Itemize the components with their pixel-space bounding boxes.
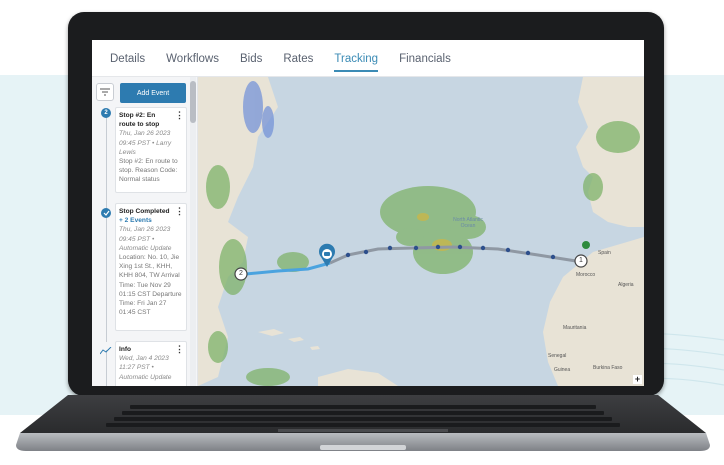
stop-number-marker: 2 [101,108,111,118]
kebab-menu-icon[interactable]: ⋮ [175,207,184,216]
event-title: Stop Completed + 2 Events [119,207,183,225]
event-sidebar: Add Event 2 Stop #2: En route to stop Th… [92,77,198,386]
event-card[interactable]: Info Wed, Jan 4 2023 11:27 PST • Automat… [115,341,187,386]
place-label-senegal: Senegal [548,353,567,359]
vessel-position-icon [319,243,335,267]
stop-2-label: 2 [239,270,243,277]
place-label-guinea: Guinea [554,367,571,373]
add-event-button[interactable]: Add Event [120,83,186,103]
kebab-menu-icon[interactable]: ⋮ [175,111,184,120]
tab-workflows[interactable]: Workflows [166,40,219,76]
filter-icon [100,88,110,96]
place-label-spain: Spain [598,250,611,256]
event-meta: Thu, Jan 26 2023 09:45 PST • Automatic U… [119,226,172,252]
place-label-morocco: Morocco [576,272,596,278]
event-title: Info [119,346,132,353]
europe-landmass [576,77,644,227]
ocean-label: North Atlantic Ocean [453,217,483,229]
trend-icon [99,342,112,355]
scrollbar-thumb[interactable] [190,81,196,123]
place-label-algeria: Algeria [618,282,634,288]
stop-1-label: 1 [579,257,583,264]
tab-tracking[interactable]: Tracking [334,40,378,76]
laptop-base [16,395,710,451]
more-events-link[interactable]: + 2 Events [119,217,152,224]
place-label-burkina-faso: Burkina Faso [593,365,623,371]
event-body: Stop #2: En route to stop. Reason Code: … [119,158,178,184]
kebab-menu-icon[interactable]: ⋮ [175,345,184,354]
tab-bar: Details Workflows Bids Rates Tracking Fi… [92,40,644,76]
zoom-in-button[interactable]: + [633,375,642,384]
event-meta: Thu, Jan 26 2023 09:45 PST • Larry Lewis [119,130,172,156]
sidebar-scrollbar[interactable] [190,77,196,386]
event-card[interactable]: Stop Completed + 2 Events Thu, Jan 26 20… [115,203,187,331]
app-screen: Details Workflows Bids Rates Tracking Fi… [92,40,644,386]
caribbean-islands [258,329,320,350]
tab-financials[interactable]: Financials [399,40,451,76]
event-title-text: Stop Completed [119,208,170,215]
event-body: Location: No. 10, Jie Xing 1st St., KHH,… [119,254,182,317]
origin-point [582,241,590,249]
tab-details[interactable]: Details [110,40,145,76]
check-icon [101,208,111,218]
event-card[interactable]: Stop #2: En route to stop Thu, Jan 26 20… [115,107,187,193]
place-label-mauritania: Mauritania [563,325,587,331]
event-body: Automatic Update [119,373,172,381]
event-meta: Wed, Jan 4 2023 11:27 PST • [119,355,169,372]
event-title: Stop #2: En route to stop [119,112,160,129]
filter-button[interactable] [96,83,114,101]
south-america-landmass [318,369,398,386]
map-canvas [198,77,644,386]
tab-bids[interactable]: Bids [240,40,262,76]
tab-rates[interactable]: Rates [283,40,313,76]
tracking-map[interactable]: 2 1 North Atlantic Ocean Spain Morocco A… [198,77,644,386]
